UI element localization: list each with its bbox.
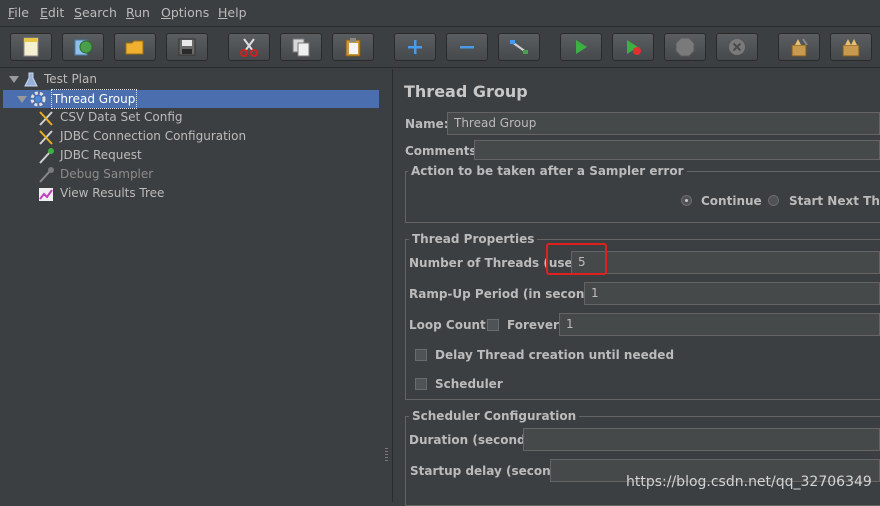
expand-button[interactable]	[394, 33, 436, 61]
start-icon	[576, 40, 587, 54]
toggle-button[interactable]	[498, 33, 540, 61]
scheduler-checkbox[interactable]	[415, 378, 427, 390]
paste-button[interactable]	[332, 33, 374, 61]
delay-thread-checkbox[interactable]	[415, 349, 427, 361]
start-no-pauses-button[interactable]	[612, 33, 654, 61]
start-no-pauses-icon	[627, 40, 641, 55]
sampler-error-legend: Action to be taken after a Sampler error	[408, 164, 687, 178]
comments-label: Comments:	[405, 144, 482, 158]
menu-help[interactable]: Help	[218, 5, 247, 20]
watermark: https://blog.csdn.net/qq_32706349	[626, 474, 872, 490]
wrench-icon	[39, 130, 53, 145]
splitter-grip-icon[interactable]	[385, 448, 388, 462]
collapse-arrow-icon[interactable]	[17, 96, 27, 103]
expand-icon	[408, 40, 422, 54]
continue-label: Continue	[701, 194, 762, 208]
menu-run[interactable]: Run	[126, 5, 150, 20]
shutdown-icon	[729, 39, 745, 55]
new-button[interactable]	[10, 33, 52, 61]
paste-icon	[345, 38, 361, 57]
continue-radio[interactable]	[681, 195, 692, 206]
menu-options[interactable]: Options	[161, 5, 209, 20]
save-button[interactable]	[166, 33, 208, 61]
forever-label: Forever	[507, 318, 559, 332]
clear-all-icon	[842, 39, 860, 57]
rampup-field[interactable]: 1	[584, 282, 880, 305]
cut-button[interactable]	[228, 33, 270, 61]
name-label: Name:	[405, 117, 449, 131]
start-button[interactable]	[560, 33, 602, 61]
tree-item-test-plan[interactable]: Test Plan	[44, 70, 97, 88]
templates-button[interactable]	[62, 33, 104, 61]
open-icon	[125, 40, 144, 55]
save-icon	[178, 38, 196, 56]
copy-button[interactable]	[280, 33, 322, 61]
scheduler-label: Scheduler	[435, 377, 503, 391]
loop-count-field[interactable]: 1	[559, 313, 880, 336]
templates-icon	[74, 39, 93, 56]
duration-field[interactable]	[523, 428, 880, 451]
tree-item-csv-data-set-config[interactable]: CSV Data Set Config	[60, 108, 183, 126]
start-next-thread-label: Start Next Threa	[789, 194, 880, 208]
tree-item-view-results-tree[interactable]: View Results Tree	[60, 184, 164, 202]
flask-icon	[24, 72, 38, 87]
comments-field[interactable]	[474, 140, 880, 160]
startup-delay-label: Startup delay (seconds)	[410, 464, 572, 478]
pipette-icon	[39, 167, 54, 183]
rampup-label: Ramp-Up Period (in seconds):	[409, 287, 611, 301]
split-pane-divider[interactable]	[381, 69, 392, 502]
wrench-icon	[39, 111, 53, 126]
new-icon	[23, 37, 39, 57]
cut-icon	[240, 38, 258, 57]
tree-item-jdbc-request[interactable]: JDBC Request	[60, 146, 142, 164]
gear-icon	[30, 91, 46, 107]
forever-checkbox[interactable]	[487, 319, 499, 331]
name-field[interactable]: Thread Group	[447, 112, 880, 135]
collapse-arrow-icon[interactable]	[9, 76, 19, 83]
loop-count-label: Loop Count:	[409, 318, 491, 332]
tree-item-jdbc-connection-configuration[interactable]: JDBC Connection Configuration	[60, 127, 246, 145]
toolbar	[0, 27, 880, 68]
chart-icon	[39, 188, 53, 201]
shutdown-button[interactable]	[716, 33, 758, 61]
collapse-button[interactable]	[446, 33, 488, 61]
thread-properties-legend: Thread Properties	[409, 232, 538, 246]
clear-all-button[interactable]	[830, 33, 872, 61]
clear-button[interactable]	[778, 33, 820, 61]
page-title: Thread Group	[404, 82, 528, 101]
start-next-thread-radio[interactable]	[768, 195, 779, 206]
stop-button[interactable]	[664, 33, 706, 61]
delay-thread-label: Delay Thread creation until needed	[435, 348, 675, 362]
clear-icon	[791, 38, 808, 57]
menu-bar: File Edit Search Run Options Help	[0, 0, 880, 27]
tree-item-thread-group[interactable]: Thread Group	[51, 89, 138, 109]
duration-label: Duration (seconds)	[409, 433, 539, 447]
menu-search[interactable]: Search	[74, 5, 117, 20]
toggle-icon	[510, 40, 528, 54]
copy-icon	[292, 38, 310, 57]
open-button[interactable]	[114, 33, 156, 61]
collapse-icon	[460, 46, 474, 49]
menu-file[interactable]: File	[8, 5, 29, 20]
highlight-box	[546, 243, 607, 275]
threads-field[interactable]: 5	[571, 251, 880, 274]
pipette-icon	[39, 148, 54, 164]
tree-item-debug-sampler[interactable]: Debug Sampler	[60, 165, 153, 183]
scheduler-config-legend: Scheduler Configuration	[409, 409, 580, 423]
stop-icon	[675, 37, 695, 57]
menu-edit[interactable]: Edit	[40, 5, 64, 20]
